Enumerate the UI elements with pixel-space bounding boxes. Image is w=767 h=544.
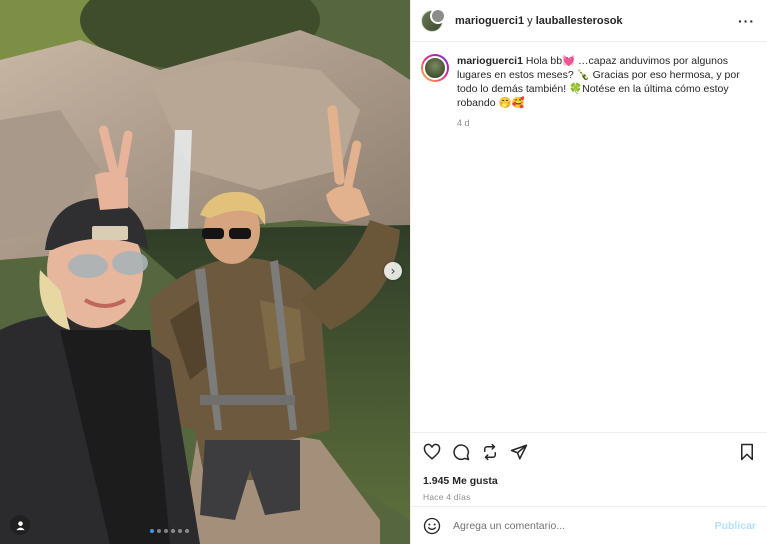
post-header: marioguerci1 y lauballesterosok ··· <box>411 0 767 42</box>
caption-avatar[interactable] <box>421 54 449 82</box>
carousel-dot <box>150 529 154 533</box>
carousel-dot <box>164 529 168 533</box>
likes-count[interactable]: 1.945 Me gusta <box>423 475 756 487</box>
carousel-dot <box>185 529 189 533</box>
heart-icon[interactable] <box>423 443 441 461</box>
user-tag-icon <box>15 520 25 530</box>
repost-icon[interactable] <box>481 443 499 461</box>
post-dialog: › marioguerci1 y lauballesterosok ··· ma… <box>0 0 767 544</box>
post-authors: marioguerci1 y lauballesterosok <box>455 15 738 27</box>
authors-joiner: y <box>524 14 536 27</box>
author-username-2[interactable]: lauballesterosok <box>536 15 623 27</box>
caption-timestamp[interactable]: 4 d <box>457 116 755 130</box>
post-actions: 1.945 Me gusta Hace 4 días <box>411 432 767 502</box>
post-details-panel: marioguerci1 y lauballesterosok ··· mari… <box>410 0 767 544</box>
photo-scene <box>0 0 410 544</box>
carousel-dot <box>157 529 161 533</box>
post-photo[interactable]: › <box>0 0 410 544</box>
publish-button[interactable]: Publicar <box>715 520 756 532</box>
comment-input[interactable] <box>453 519 715 532</box>
action-icons-row <box>423 441 756 463</box>
carousel-next-button[interactable]: › <box>384 262 402 280</box>
carousel-dot <box>178 529 182 533</box>
author-username-1[interactable]: marioguerci1 <box>455 15 524 27</box>
comment-composer: Publicar <box>411 506 767 544</box>
emoji-icon[interactable] <box>423 517 441 535</box>
caption-block: marioguerci1 Hola bb💓 …capaz anduvimos p… <box>457 54 755 130</box>
caption-username[interactable]: marioguerci1 <box>457 55 523 67</box>
carousel-dot <box>171 529 175 533</box>
tagged-users-button[interactable] <box>10 515 30 535</box>
carousel-indicator <box>150 529 189 533</box>
comment-icon[interactable] <box>452 443 470 461</box>
collab-avatar[interactable] <box>421 7 446 32</box>
bookmark-icon[interactable] <box>738 443 756 461</box>
caption-row: marioguerci1 Hola bb💓 …capaz anduvimos p… <box>411 42 767 130</box>
share-icon[interactable] <box>510 443 528 461</box>
more-horizontal-icon[interactable]: ··· <box>738 13 755 29</box>
post-date[interactable]: Hace 4 días <box>423 492 756 502</box>
chevron-right-icon: › <box>390 264 396 278</box>
